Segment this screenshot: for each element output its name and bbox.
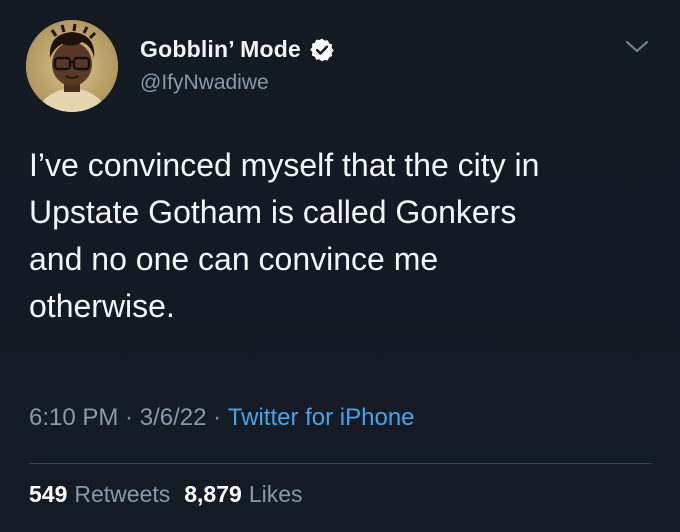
verified-badge-icon: [309, 37, 335, 63]
retweets-count: 549: [29, 481, 68, 507]
tweet-text: I’ve convinced myself that the city in U…: [29, 147, 540, 324]
divider: [29, 463, 652, 464]
likes-label: Likes: [248, 481, 303, 507]
tweet-time[interactable]: 6:10 PM: [29, 404, 118, 432]
retweets-stat[interactable]: 549 Retweets: [29, 481, 170, 508]
likes-stat[interactable]: 8,879 Likes: [184, 481, 302, 508]
avatar-illustration: [26, 20, 118, 112]
tweet-date[interactable]: 3/6/22: [140, 404, 207, 432]
meta-separator: ·: [206, 404, 228, 431]
tweet-card: Gobblin’ Mode @IfyNwadiwe I’ve convinced…: [0, 0, 680, 532]
tweet-stats: 549 Retweets 8,879 Likes: [29, 481, 317, 508]
likes-count: 8,879: [184, 481, 242, 507]
chevron-down-icon[interactable]: [624, 38, 650, 56]
tweet-meta: 6:10 PM · 3/6/22 · Twitter for iPhone: [29, 404, 415, 432]
author-handle[interactable]: @IfyNwadiwe: [140, 71, 269, 95]
tweet-source-link[interactable]: Twitter for iPhone: [228, 404, 415, 432]
author-name-row[interactable]: Gobblin’ Mode: [140, 36, 335, 63]
retweets-label: Retweets: [74, 481, 171, 507]
meta-separator: ·: [118, 404, 140, 431]
author-display-name[interactable]: Gobblin’ Mode: [140, 36, 301, 63]
avatar[interactable]: [26, 20, 118, 112]
